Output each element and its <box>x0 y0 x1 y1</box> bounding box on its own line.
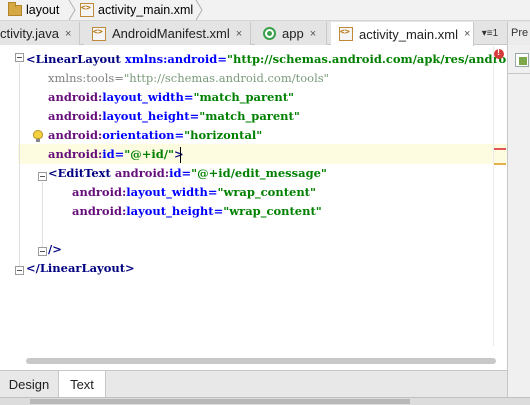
code-line: android:layout_height="match_parent" <box>48 107 300 126</box>
code-token: "wrap_content" <box>223 204 322 218</box>
code-token: "match_parent" <box>193 90 295 104</box>
code-line: android:layout_width="wrap_content" <box>72 183 316 202</box>
app-module-icon <box>263 27 276 40</box>
tab-app[interactable]: app × <box>255 22 327 45</box>
breadcrumb-label: activity_main.xml <box>98 3 194 17</box>
xml-file-icon <box>80 3 94 17</box>
code-token: android: <box>48 90 103 104</box>
fold-collapse-icon[interactable] <box>15 53 24 62</box>
code-token: layout_height= <box>126 204 224 218</box>
preview-side-panel <box>507 45 530 397</box>
code-token: <EditText <box>48 166 115 180</box>
code-token: "@+id/edit_message" <box>191 166 327 180</box>
breadcrumb-item-layout[interactable]: layout <box>8 0 59 20</box>
code-line: <EditText android:id="@+id/edit_message" <box>48 164 327 183</box>
code-line: <LinearLayout xmlns:android="http://sche… <box>26 50 506 69</box>
preview-tool-tab[interactable]: Pre <box>507 22 530 45</box>
close-icon[interactable]: × <box>464 28 470 40</box>
tab-overflow-button[interactable]: ▾≡1 <box>475 22 505 44</box>
tab-design[interactable]: Design <box>0 371 58 397</box>
code-token: "horizontal" <box>184 128 263 142</box>
editor-tab-strip: ctivity.java × AndroidManifest.xml × app… <box>0 21 530 46</box>
breadcrumb-separator-icon <box>68 0 76 20</box>
editor-gutter <box>0 46 18 368</box>
code-token: android: <box>48 147 103 161</box>
code-token: orientation= <box>102 128 185 142</box>
tab-activity-main-xml[interactable]: activity_main.xml × <box>331 22 474 46</box>
code-token: layout_width= <box>102 90 194 104</box>
code-token: layout_width= <box>126 185 218 199</box>
code-token: > <box>174 147 184 161</box>
close-icon[interactable]: × <box>65 28 71 40</box>
code-token: layout_height= <box>102 109 200 123</box>
code-token: android: <box>48 109 103 123</box>
fold-collapse-icon[interactable] <box>15 266 24 275</box>
code-token: xmlns:android= <box>124 52 227 66</box>
code-token: <LinearLayout <box>26 52 125 66</box>
breadcrumb-separator-icon <box>195 0 203 20</box>
warning-stripe-marker[interactable] <box>494 163 506 165</box>
code-token: id= <box>169 166 192 180</box>
tab-label: AndroidManifest.xml <box>112 26 230 41</box>
code-line: android:layout_width="match_parent" <box>48 88 294 107</box>
code-token: android: <box>72 185 127 199</box>
fold-collapse-icon[interactable] <box>38 247 47 256</box>
tab-label: activity_main.xml <box>359 26 458 42</box>
breadcrumb-label: layout <box>26 3 60 17</box>
text-caret <box>180 147 181 163</box>
breadcrumb-item-activity-main[interactable]: activity_main.xml <box>80 0 193 20</box>
error-stripe-marker[interactable] <box>494 148 506 150</box>
code-token: </LinearLayout> <box>26 261 135 275</box>
horizontal-scrollbar[interactable] <box>26 358 496 364</box>
code-editor[interactable]: <LinearLayout xmlns:android="http://sche… <box>0 46 507 368</box>
error-indicator-icon[interactable] <box>494 47 504 59</box>
code-token: "match_parent" <box>199 109 300 123</box>
code-token: "@+id/" <box>124 147 175 161</box>
code-line: android:layout_height="wrap_content" <box>72 202 322 221</box>
tab-label: ctivity.java <box>0 26 59 41</box>
code-token: id= <box>102 147 125 161</box>
bottom-scrollbar[interactable] <box>0 397 530 405</box>
fold-collapse-icon[interactable] <box>38 172 47 181</box>
code-token: android: <box>72 204 127 218</box>
indent-guide <box>42 182 43 247</box>
indent-guide <box>19 63 20 266</box>
design-text-tabs: Design Text <box>0 370 507 397</box>
tab-activity-java[interactable]: ctivity.java × <box>0 22 80 45</box>
code-line: android:id="@+id/"> <box>48 145 184 164</box>
close-icon[interactable]: × <box>310 28 316 40</box>
tab-android-manifest[interactable]: AndroidManifest.xml × <box>84 22 251 45</box>
code-token: xmlns:tools= <box>48 71 124 85</box>
scrollbar-track <box>493 46 494 346</box>
code-token: "wrap_content" <box>217 185 316 199</box>
code-token: android: <box>114 166 170 180</box>
close-icon[interactable]: × <box>236 28 242 40</box>
scrollbar-thumb[interactable] <box>30 399 410 404</box>
code-line: </LinearLayout> <box>26 259 135 278</box>
tab-label: app <box>282 26 304 41</box>
code-token: "http://schemas.android.com/apk/res/andr… <box>226 52 507 66</box>
divider <box>508 73 530 74</box>
xml-file-icon <box>92 26 106 41</box>
code-line: android:orientation="horizontal" <box>48 126 262 145</box>
code-token: /> <box>48 242 62 256</box>
code-line: xmlns:tools="http://schemas.android.com/… <box>48 69 329 88</box>
xml-file-icon <box>339 27 353 41</box>
code-token: "http://schemas.android.com/tools" <box>123 71 329 85</box>
code-line: /> <box>48 240 62 259</box>
code-token: android: <box>48 128 103 142</box>
lightbulb-icon[interactable] <box>33 130 43 143</box>
folder-icon <box>8 1 22 16</box>
breadcrumb: layout activity_main.xml <box>0 0 530 21</box>
preview-device-icon[interactable] <box>515 53 529 67</box>
tab-text[interactable]: Text <box>58 371 106 397</box>
